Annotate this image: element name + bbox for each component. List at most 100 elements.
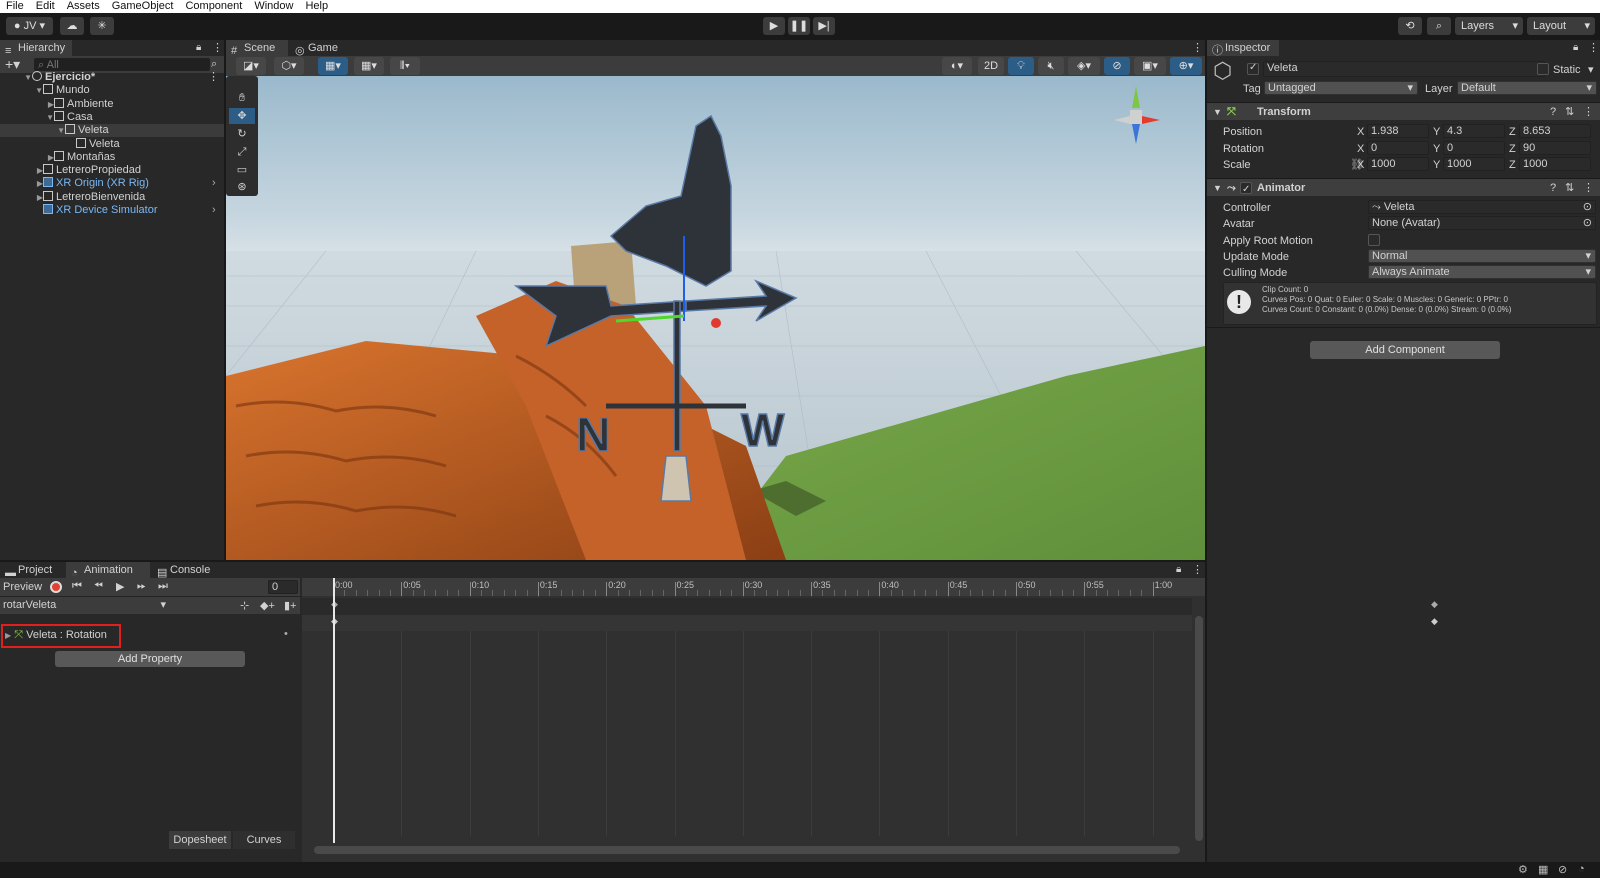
preview-toggle[interactable]: Preview <box>3 581 42 593</box>
scale-x-input[interactable]: 1000 <box>1367 157 1429 171</box>
avatar-field[interactable]: None (Avatar) ⊙ <box>1368 216 1596 230</box>
scale-y-input[interactable]: 1000 <box>1443 157 1505 171</box>
tab-game[interactable]: ◎ Game <box>290 40 342 57</box>
layers-dropdown[interactable]: Layers ▾ <box>1455 17 1523 35</box>
debug-icon[interactable]: ⊘ <box>1558 863 1567 876</box>
menu-window[interactable]: Window <box>248 0 299 13</box>
position-x-axis-label[interactable]: X <box>1357 126 1364 138</box>
search-icon[interactable]: ⌕ <box>1427 17 1451 35</box>
hierarchy-item[interactable]: ▶ XR Origin (XR Rig) › <box>0 177 224 190</box>
2d-toggle-button[interactable]: 2D <box>978 57 1004 75</box>
add-property-button[interactable]: Add Property <box>55 651 245 667</box>
scale-tool-icon[interactable]: ⤢ <box>229 144 255 160</box>
foldout-arrow-icon[interactable]: ▶ <box>0 177 43 190</box>
scale-y-axis-label[interactable]: Y <box>1433 159 1440 171</box>
menu-help[interactable]: Help <box>299 0 334 13</box>
object-name-input[interactable]: Veleta <box>1263 61 1545 77</box>
lighting-icon[interactable]: 💡︎ <box>1008 57 1034 75</box>
more-icon[interactable]: ⋮ <box>1192 563 1203 576</box>
timeline-ruler[interactable]: 0:00 0:05 0:10 0:15 0:20 0:25 0:30 0:35 0:40 0:45… <box>302 578 1205 596</box>
filter-icon[interactable]: ⌕ <box>211 58 217 71</box>
first-keyframe-icon[interactable]: ⏮ <box>72 580 82 593</box>
rotation-x-input[interactable]: 0 <box>1367 141 1429 155</box>
scene-viewport[interactable]: N W ✋︎ ✥ ↻ ⤢ ▭ ⊛ <box>226 76 1205 560</box>
layout-dropdown[interactable]: Layout ▾ <box>1527 17 1595 35</box>
rect-tool-icon[interactable]: ▭ <box>229 162 255 178</box>
cache-icon[interactable]: ▦ <box>1538 863 1548 876</box>
grid-icon[interactable]: ▦▾ <box>354 57 384 75</box>
foldout-arrow-icon[interactable]: ▶ <box>0 98 54 111</box>
rotation-y-axis-label[interactable]: Y <box>1433 143 1440 155</box>
hierarchy-item[interactable]: ▶ Montañas <box>0 150 224 164</box>
increment-snap-icon[interactable]: ⫴▾ <box>390 57 420 75</box>
chevron-right-icon[interactable]: › <box>212 177 216 190</box>
hierarchy-item[interactable]: ▼ Ejercicio* ⋮ <box>0 71 224 84</box>
play-icon[interactable]: ▶ <box>116 580 124 593</box>
foldout-arrow-icon[interactable]: ▼ <box>0 84 43 97</box>
tab-inspector[interactable]: ⓘ Inspector <box>1207 40 1279 57</box>
add-component-button[interactable]: Add Component <box>1310 341 1500 359</box>
tab-project[interactable]: ▬ Project <box>0 562 62 579</box>
animator-header[interactable]: ▼ ⤳ ✓ Animator ? ⇅ ⋮ <box>1207 178 1600 196</box>
dopesheet-tab[interactable]: Dopesheet <box>169 831 231 849</box>
more-icon[interactable]: ⋮ <box>212 41 223 54</box>
more-icon[interactable]: ⋮ <box>1583 179 1594 197</box>
clip-dropdown[interactable]: rotarVeleta ▾ <box>0 599 170 613</box>
add-keyframe-icon[interactable]: ◆+ <box>260 599 275 612</box>
frame-input[interactable]: 0 <box>268 580 298 594</box>
play-button[interactable]: ▶ <box>763 17 785 35</box>
rotation-x-axis-label[interactable]: X <box>1357 143 1364 155</box>
more-icon[interactable]: ⋮ <box>1583 103 1594 121</box>
foldout-arrow-icon[interactable]: ▶ <box>0 191 43 204</box>
tab-hierarchy[interactable]: ≡ Hierarchy <box>0 40 72 57</box>
tab-scene[interactable]: # Scene <box>226 40 288 57</box>
foldout-arrow-icon[interactable] <box>0 138 76 151</box>
position-x-input[interactable]: 1.938 <box>1367 124 1429 138</box>
add-icon[interactable]: +▾ <box>5 56 20 72</box>
preset-icon[interactable]: ⇅ <box>1565 103 1574 121</box>
menu-edit[interactable]: Edit <box>30 0 61 13</box>
hierarchy-search-input[interactable]: ⌕ All <box>34 58 210 71</box>
menu-assets[interactable]: Assets <box>61 0 106 13</box>
hierarchy-item[interactable]: ▶ Ambiente <box>0 97 224 111</box>
audio-icon[interactable]: 🔇︎ <box>1038 57 1064 75</box>
chevron-down-icon[interactable]: ▾ <box>1588 63 1594 76</box>
foldout-arrow-icon[interactable]: ▼ <box>0 71 32 84</box>
hierarchy-item[interactable]: ▼ Casa <box>0 110 224 124</box>
hidden-objects-icon[interactable]: ⊘ <box>1104 57 1130 75</box>
add-event-icon[interactable]: ▮+ <box>284 599 296 612</box>
gizmos-icon[interactable]: ⊕▾ <box>1170 57 1202 75</box>
tab-animation[interactable]: ◔ Animation <box>66 562 150 579</box>
help-icon[interactable]: ? <box>1550 103 1556 121</box>
next-keyframe-icon[interactable]: ⏩︎ <box>137 580 146 593</box>
active-checkbox[interactable]: ✓ <box>1247 62 1259 75</box>
history-icon[interactable]: ⟲ <box>1398 17 1422 35</box>
rotate-tool-icon[interactable]: ↻ <box>229 126 255 142</box>
foldout-arrow-icon[interactable] <box>0 204 43 217</box>
horizontal-scrollbar[interactable] <box>314 846 1180 854</box>
pivot-icon[interactable]: ⬡▾ <box>274 57 304 75</box>
filter-keyframes-icon[interactable]: ⊹ <box>240 599 249 612</box>
previous-keyframe-icon[interactable]: ⏪︎ <box>94 580 103 593</box>
scale-z-input[interactable]: 1000 <box>1519 157 1591 171</box>
controller-field[interactable]: ⤳ Veleta ⊙ <box>1368 200 1596 214</box>
record-button[interactable] <box>50 581 62 593</box>
layer-dropdown[interactable]: Default ▾ <box>1457 81 1597 95</box>
tag-dropdown[interactable]: Untagged ▾ <box>1264 81 1418 95</box>
draw-mode-icon[interactable]: ◪▾ <box>236 57 266 75</box>
position-y-axis-label[interactable]: Y <box>1433 126 1440 138</box>
rotation-y-input[interactable]: 0 <box>1443 141 1505 155</box>
more-icon[interactable]: ⋮ <box>208 71 219 84</box>
keyframe-diamond-icon[interactable]: ◆ <box>1431 599 1438 610</box>
hand-tool-icon[interactable]: ✋︎ <box>229 90 255 106</box>
transform-header[interactable]: ▼ ⤧ Transform ? ⇅ ⋮ <box>1207 102 1600 120</box>
effects-icon[interactable]: ◈▾ <box>1068 57 1100 75</box>
chevron-right-icon[interactable]: › <box>212 204 216 217</box>
playhead[interactable] <box>333 578 335 843</box>
scene-orientation-gizmo[interactable] <box>1114 86 1160 144</box>
hierarchy-item[interactable]: ▶ LetreroPropiedad <box>0 164 224 177</box>
more-icon[interactable]: ⋮ <box>1192 41 1203 54</box>
last-keyframe-icon[interactable]: ⏭ <box>158 580 168 593</box>
menu-file[interactable]: File <box>0 0 30 13</box>
update-mode-dropdown[interactable]: Normal ▾ <box>1368 249 1596 263</box>
